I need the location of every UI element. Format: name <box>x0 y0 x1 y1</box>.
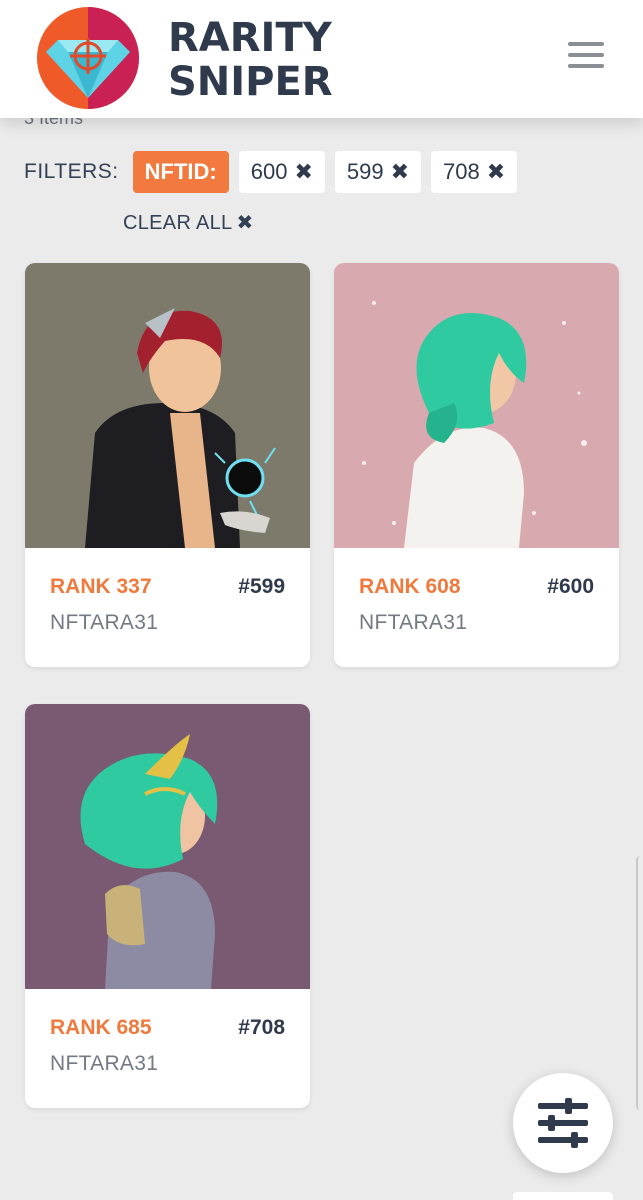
collection-name: NFTARA31 <box>50 611 159 634</box>
filter-chip-599[interactable]: 599 ✖ <box>334 151 422 193</box>
sliders-icon <box>538 1098 588 1148</box>
filter-key-chip[interactable]: NFTID: <box>132 151 229 193</box>
site-header: RARITY SNIPER <box>0 0 643 118</box>
filters-bar: FILTERS: NFTID: 600 ✖ 599 ✖ 708 ✖ <box>24 150 527 194</box>
collection-name: NFTARA31 <box>50 1052 159 1075</box>
nft-image[interactable] <box>25 704 310 989</box>
nft-id: #708 <box>238 1016 285 1039</box>
close-icon[interactable]: ✖ <box>391 159 409 185</box>
bottom-sheet-handle <box>513 1192 613 1200</box>
brand-line-1: RARITY <box>168 15 332 61</box>
filter-chip-value: 599 <box>346 159 384 184</box>
nft-id: #600 <box>547 575 594 598</box>
filter-chip-708[interactable]: 708 ✖ <box>431 151 518 193</box>
rank-label: RANK 608 <box>359 575 461 598</box>
filter-chip-value: 708 <box>443 159 480 184</box>
hamburger-menu-icon[interactable] <box>568 42 604 72</box>
collection-name: NFTARA31 <box>359 611 468 634</box>
close-icon[interactable]: ✖ <box>487 159 505 185</box>
nft-card-599[interactable]: RANK 337 #599 NFTARA31 <box>25 263 310 667</box>
filters-label: FILTERS: <box>24 160 119 183</box>
nft-image[interactable] <box>25 263 310 548</box>
nft-card-600[interactable]: RANK 608 #600 NFTARA31 <box>334 263 619 667</box>
filter-settings-button[interactable] <box>513 1073 613 1173</box>
filter-chip-value: 600 <box>250 159 288 184</box>
filter-chip-600[interactable]: 600 ✖ <box>238 151 325 193</box>
rarity-sniper-logo[interactable] <box>36 6 140 110</box>
close-icon[interactable]: ✖ <box>294 159 312 185</box>
clear-all-button[interactable]: CLEAR ALL ✖ <box>123 210 254 235</box>
scrollbar[interactable] <box>636 856 643 1110</box>
nft-card-708[interactable]: RANK 685 #708 NFTARA31 <box>25 704 310 1108</box>
nft-id: #599 <box>238 575 285 598</box>
rank-label: RANK 337 <box>50 575 152 598</box>
clear-all-label: CLEAR ALL <box>123 212 233 234</box>
close-icon: ✖ <box>236 212 254 234</box>
brand-line-2: SNIPER <box>168 59 333 105</box>
nft-image[interactable] <box>334 263 619 548</box>
rank-label: RANK 685 <box>50 1016 152 1039</box>
brand-name[interactable]: RARITY SNIPER <box>168 16 333 104</box>
